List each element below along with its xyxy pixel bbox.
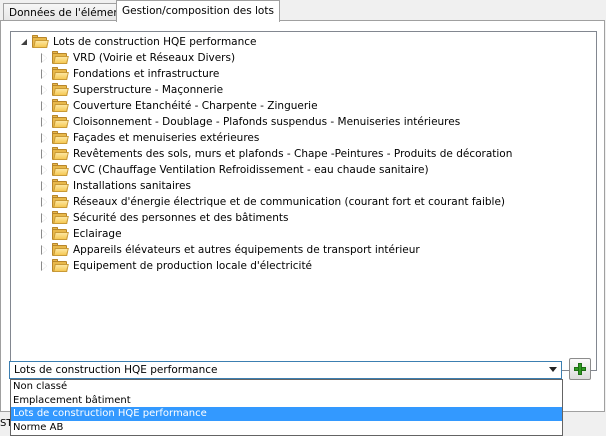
- add-lot-button[interactable]: [569, 358, 591, 380]
- tree-node-label: Lots de construction HQE performance: [53, 36, 257, 48]
- triangle-right-icon[interactable]: [40, 244, 49, 255]
- tree-node[interactable]: Eclairage: [40, 226, 122, 242]
- folder-icon: [52, 258, 69, 273]
- folder-icon: [52, 146, 69, 161]
- tree-node[interactable]: Réseaux d'énergie électrique et de commu…: [40, 194, 505, 210]
- folder-icon: [52, 242, 69, 257]
- tab-label: Gestion/composition des lots: [122, 5, 274, 17]
- tree-node-label: Superstructure - Maçonnerie: [73, 84, 224, 96]
- tree-node[interactable]: Couverture Etanchéité - Charpente - Zing…: [40, 98, 318, 114]
- chevron-down-icon[interactable]: [549, 367, 557, 372]
- triangle-right-icon[interactable]: [40, 100, 49, 111]
- tree-node-label: Façades et menuiseries extérieures: [73, 132, 260, 144]
- folder-icon: [52, 130, 69, 145]
- triangle-right-icon[interactable]: [40, 116, 49, 127]
- folder-icon: [52, 98, 69, 113]
- select-option[interactable]: Norme AB: [11, 421, 562, 435]
- folder-icon: [52, 114, 69, 129]
- tree-node[interactable]: VRD (Voirie et Réseaux Divers): [40, 50, 235, 66]
- triangle-right-icon[interactable]: [40, 52, 49, 63]
- tab-donnees-element[interactable]: Données de l'élément: [3, 3, 131, 21]
- folder-icon: [52, 66, 69, 81]
- triangle-right-icon[interactable]: [40, 260, 49, 271]
- tree-node[interactable]: CVC (Chauffage Ventilation Refroidisseme…: [40, 162, 429, 178]
- tree-node-label: Couverture Etanchéité - Charpente - Zing…: [73, 100, 318, 112]
- folder-icon: [32, 34, 49, 49]
- tree-node[interactable]: Cloisonnement - Doublage - Plafonds susp…: [40, 114, 460, 130]
- tree-node[interactable]: Façades et menuiseries extérieures: [40, 130, 259, 146]
- select-dropdown-list[interactable]: Non classé Emplacement bâtiment Lots de co…: [10, 379, 563, 436]
- triangle-down-icon[interactable]: [20, 38, 29, 47]
- triangle-right-icon[interactable]: [40, 132, 49, 143]
- folder-icon: [52, 226, 69, 241]
- lots-tree[interactable]: Lots de construction HQE performance VRD…: [10, 31, 597, 371]
- folder-icon: [52, 210, 69, 225]
- triangle-right-icon[interactable]: [40, 68, 49, 79]
- tree-root-node[interactable]: Lots de construction HQE performance: [20, 34, 257, 50]
- tree-node[interactable]: Appareils élévateurs et autres équipemen…: [40, 242, 420, 258]
- folder-icon: [52, 178, 69, 193]
- tree-node-label: Eclairage: [73, 228, 122, 240]
- select-value: Lots de construction HQE performance: [14, 364, 218, 376]
- triangle-right-icon[interactable]: [40, 196, 49, 207]
- select-option[interactable]: Emplacement bâtiment: [11, 394, 562, 408]
- triangle-right-icon[interactable]: [40, 84, 49, 95]
- tree-node-label: VRD (Voirie et Réseaux Divers): [73, 52, 236, 64]
- tree-node[interactable]: Revêtements des sols, murs et plafonds -…: [40, 146, 512, 162]
- triangle-right-icon[interactable]: [40, 228, 49, 239]
- tree-node[interactable]: Sécurité des personnes et des bâtiments: [40, 210, 288, 226]
- tree-node-label: Equipement de production locale d'électr…: [73, 260, 313, 272]
- select-option[interactable]: Lots de construction HQE performance: [11, 407, 562, 421]
- tree-node-label: Revêtements des sols, murs et plafonds -…: [73, 148, 513, 160]
- tab-label: Données de l'élément: [9, 7, 125, 19]
- folder-icon: [52, 162, 69, 177]
- triangle-right-icon[interactable]: [40, 212, 49, 223]
- tab-strip: Données de l'élément Gestion/composition…: [0, 0, 606, 22]
- tree-node-label: Fondations et infrastructure: [73, 68, 220, 80]
- triangle-right-icon[interactable]: [40, 164, 49, 175]
- tree-node-label: Réseaux d'énergie électrique et de commu…: [73, 196, 506, 208]
- tree-node-label: Cloisonnement - Doublage - Plafonds susp…: [73, 116, 461, 128]
- folder-icon: [52, 50, 69, 65]
- tree-node-label: CVC (Chauffage Ventilation Refroidisseme…: [73, 164, 429, 176]
- folder-icon: [52, 194, 69, 209]
- tree-node-label: Installations sanitaires: [73, 180, 191, 192]
- tab-panel: Lots de construction HQE performance VRD…: [0, 20, 605, 412]
- lot-classification-select[interactable]: Lots de construction HQE performance: [9, 361, 562, 379]
- triangle-right-icon[interactable]: [40, 148, 49, 159]
- tree-node[interactable]: Superstructure - Maçonnerie: [40, 82, 223, 98]
- tab-gestion-composition-lots[interactable]: Gestion/composition des lots: [116, 0, 280, 22]
- triangle-right-icon[interactable]: [40, 180, 49, 191]
- tree-node-label: Appareils élévateurs et autres équipemen…: [73, 244, 420, 256]
- tree-node[interactable]: Installations sanitaires: [40, 178, 191, 194]
- tree-node[interactable]: Fondations et infrastructure: [40, 66, 219, 82]
- folder-icon: [52, 82, 69, 97]
- tree-node-label: Sécurité des personnes et des bâtiments: [73, 212, 289, 224]
- tree-node[interactable]: Equipement de production locale d'électr…: [40, 258, 312, 274]
- select-option[interactable]: Non classé: [11, 380, 562, 394]
